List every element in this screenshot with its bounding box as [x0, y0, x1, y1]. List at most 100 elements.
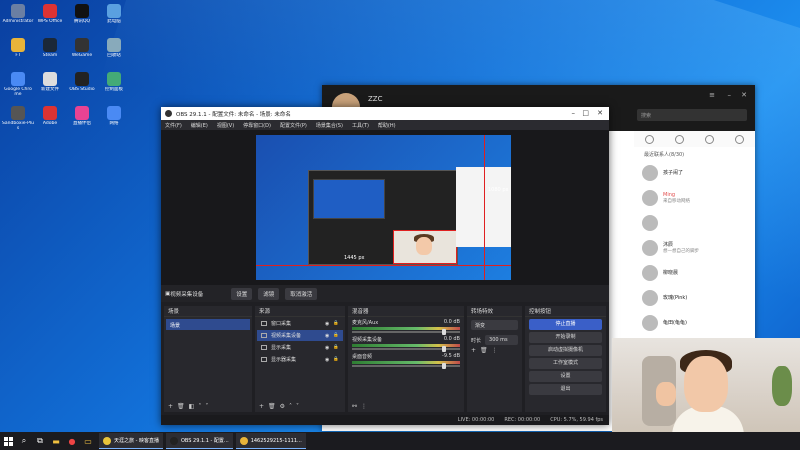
qq-tab-space-icon[interactable] — [705, 134, 715, 144]
menu-item[interactable]: 工具(T) — [352, 122, 369, 129]
qq-menu-icon[interactable]: ≡ — [709, 91, 715, 99]
menu-item[interactable]: 配置文件(P) — [280, 122, 307, 129]
qq-contact-item[interactable]: 龟田(龟龟) — [634, 310, 755, 335]
windows-start-icon[interactable] — [0, 432, 16, 450]
controls-dock: 控制按钮 停止直播 开始录制 启动虚拟摄像机 工作室模式 设置 退出 — [525, 306, 606, 412]
qq-contact-item[interactable]: Ming 来自移动网络 — [634, 185, 755, 210]
source-settings-button[interactable]: 设置 — [231, 287, 253, 300]
menu-item[interactable]: 编辑(E) — [191, 122, 208, 129]
obs-preview-canvas[interactable]: 1445 px 1080 px — [256, 135, 511, 280]
qq-contact-item[interactable]: 孩子闹了 — [634, 160, 755, 185]
control-button[interactable]: 开始录制 — [529, 332, 602, 343]
down-icon[interactable]: ˅ — [205, 403, 208, 410]
qq-search-input[interactable]: 搜索 — [637, 109, 747, 121]
gear-icon[interactable]: ⚙ — [280, 403, 285, 410]
folder-icon[interactable]: ▭ — [80, 432, 96, 450]
menu-item[interactable]: 场景集合(S) — [316, 122, 343, 129]
menu-item[interactable]: 帮助(H) — [378, 122, 396, 129]
qq-tab-apps-icon[interactable] — [735, 134, 745, 144]
taskbar-task[interactable]: 天涯之旅 - 映客直播 — [99, 433, 163, 449]
qq-contact-item[interactable]: 沐辰 想一想自己的脚步 — [634, 235, 755, 260]
remove-icon[interactable]: 🗑 — [268, 403, 276, 410]
menu-item[interactable]: 视图(V) — [217, 122, 234, 129]
preview-camera-source[interactable] — [393, 230, 457, 264]
mixer-channel-header: 桌面音频 -9.5 dB — [348, 351, 464, 360]
qq-tab-contacts-icon[interactable] — [674, 134, 684, 144]
desktop-icon[interactable]: Adobe — [34, 106, 66, 131]
qq-group-label[interactable]: 最近联系人(8/30) — [634, 147, 755, 160]
menu-item[interactable]: 停靠窗口(D) — [243, 122, 271, 129]
eye-icon[interactable]: ◉ — [325, 333, 329, 339]
add-icon[interactable]: + — [471, 347, 476, 354]
control-button[interactable]: 停止直播 — [529, 319, 602, 330]
source-filters-button[interactable]: 滤镜 — [258, 287, 280, 300]
taskbar-task[interactable]: 1462529215-1111... — [235, 433, 306, 449]
volume-slider[interactable] — [352, 346, 460, 352]
desktop-icon[interactable]: WeGame — [66, 38, 98, 63]
add-icon[interactable]: + — [168, 403, 173, 410]
maximize-icon[interactable]: □ — [582, 109, 589, 117]
link-icon[interactable]: ⚯ — [352, 403, 357, 410]
more-icon[interactable]: ⋮ — [492, 347, 498, 354]
desktop-icon[interactable]: 控制面板 — [98, 72, 130, 97]
source-item[interactable]: 窗口采集 ◉ 🔒 — [257, 318, 343, 329]
filter-icon[interactable]: ◧ — [189, 403, 195, 410]
desktop-icon[interactable]: OBS Studio — [66, 72, 98, 97]
menu-item[interactable]: 文件(F) — [165, 122, 182, 129]
desktop-icon[interactable]: 腾讯QQ — [66, 4, 98, 29]
desktop-icon[interactable]: 回收站 — [98, 38, 130, 63]
up-icon[interactable]: ˄ — [289, 403, 292, 410]
desktop-icon[interactable]: Administrator — [2, 4, 34, 29]
volume-slider[interactable] — [352, 363, 460, 369]
chrome-icon[interactable]: ● — [64, 432, 80, 450]
control-button[interactable]: 退出 — [529, 384, 602, 395]
scene-item[interactable]: 场景 — [166, 319, 250, 330]
mixer-channel-header: 视频采集设备 0.0 dB — [348, 334, 464, 343]
desktop-icon[interactable]: 网络 — [98, 106, 130, 131]
minimize-icon[interactable]: – — [572, 109, 576, 117]
search-icon[interactable]: ⌕ — [16, 432, 32, 450]
down-icon[interactable]: ˅ — [296, 403, 299, 410]
file-explorer-icon[interactable]: ▬ — [48, 432, 64, 450]
up-icon[interactable]: ˄ — [198, 403, 201, 410]
desktop-icon[interactable]: Steam — [34, 38, 66, 63]
qq-tab-messages-icon[interactable] — [644, 134, 654, 144]
qq-close-icon[interactable]: ✕ — [741, 91, 747, 99]
remove-icon[interactable]: 🗑 — [480, 347, 488, 354]
transition-type-select[interactable]: 渐变 — [471, 320, 518, 330]
lock-icon[interactable]: 🔒 — [333, 333, 339, 338]
source-deactivate-button[interactable]: 取消激活 — [285, 287, 318, 300]
eye-icon[interactable]: ◉ — [325, 321, 329, 327]
qq-contact-item[interactable] — [634, 210, 755, 235]
desktop-icon[interactable]: 直播伴侣 — [66, 106, 98, 131]
desktop-icon[interactable]: Google Chrome — [2, 72, 34, 97]
eye-icon[interactable]: ◉ — [325, 345, 329, 351]
source-item[interactable]: 显示器采集 ◉ 🔒 — [257, 354, 343, 365]
source-item[interactable]: 视频采集设备 ◉ 🔒 — [257, 330, 343, 341]
remove-icon[interactable]: 🗑 — [177, 403, 185, 410]
desktop-icon[interactable]: 新建文件 — [34, 72, 66, 97]
close-icon[interactable]: ✕ — [597, 109, 603, 117]
desktop-icon-label: 控制面板 — [105, 87, 123, 92]
lock-icon[interactable]: 🔒 — [333, 345, 339, 350]
desktop-icon[interactable]: 此电脑 — [98, 4, 130, 29]
volume-slider[interactable] — [352, 329, 460, 335]
control-button[interactable]: 设置 — [529, 371, 602, 382]
qq-contact-item[interactable]: 玫瑰(Pink) — [634, 285, 755, 310]
desktop-icon[interactable]: Sandboxie-Plus — [2, 106, 34, 131]
obs-window[interactable]: OBS 29.1.1 - 配置文件: 未命名 - 场景: 未命名 – □ ✕ 文… — [161, 107, 609, 425]
eye-icon[interactable]: ◉ — [325, 357, 329, 363]
task-view-icon[interactable]: ⧉ — [32, 432, 48, 450]
control-button[interactable]: 工作室模式 — [529, 358, 602, 369]
lock-icon[interactable]: 🔒 — [333, 357, 339, 362]
desktop-icon[interactable]: FT — [2, 38, 34, 63]
qq-minimize-icon[interactable]: – — [728, 91, 732, 99]
lock-icon[interactable]: 🔒 — [333, 321, 339, 326]
taskbar-task[interactable]: OBS 29.1.1 - 配置... — [165, 433, 233, 449]
qq-contact-item[interactable]: 柳晓晨 — [634, 260, 755, 285]
desktop-icon[interactable]: WPS Office — [34, 4, 66, 29]
add-icon[interactable]: + — [259, 403, 264, 410]
source-item[interactable]: 显示采集 ◉ 🔒 — [257, 342, 343, 353]
more-icon[interactable]: ⋮ — [361, 403, 367, 410]
control-button[interactable]: 启动虚拟摄像机 — [529, 345, 602, 356]
